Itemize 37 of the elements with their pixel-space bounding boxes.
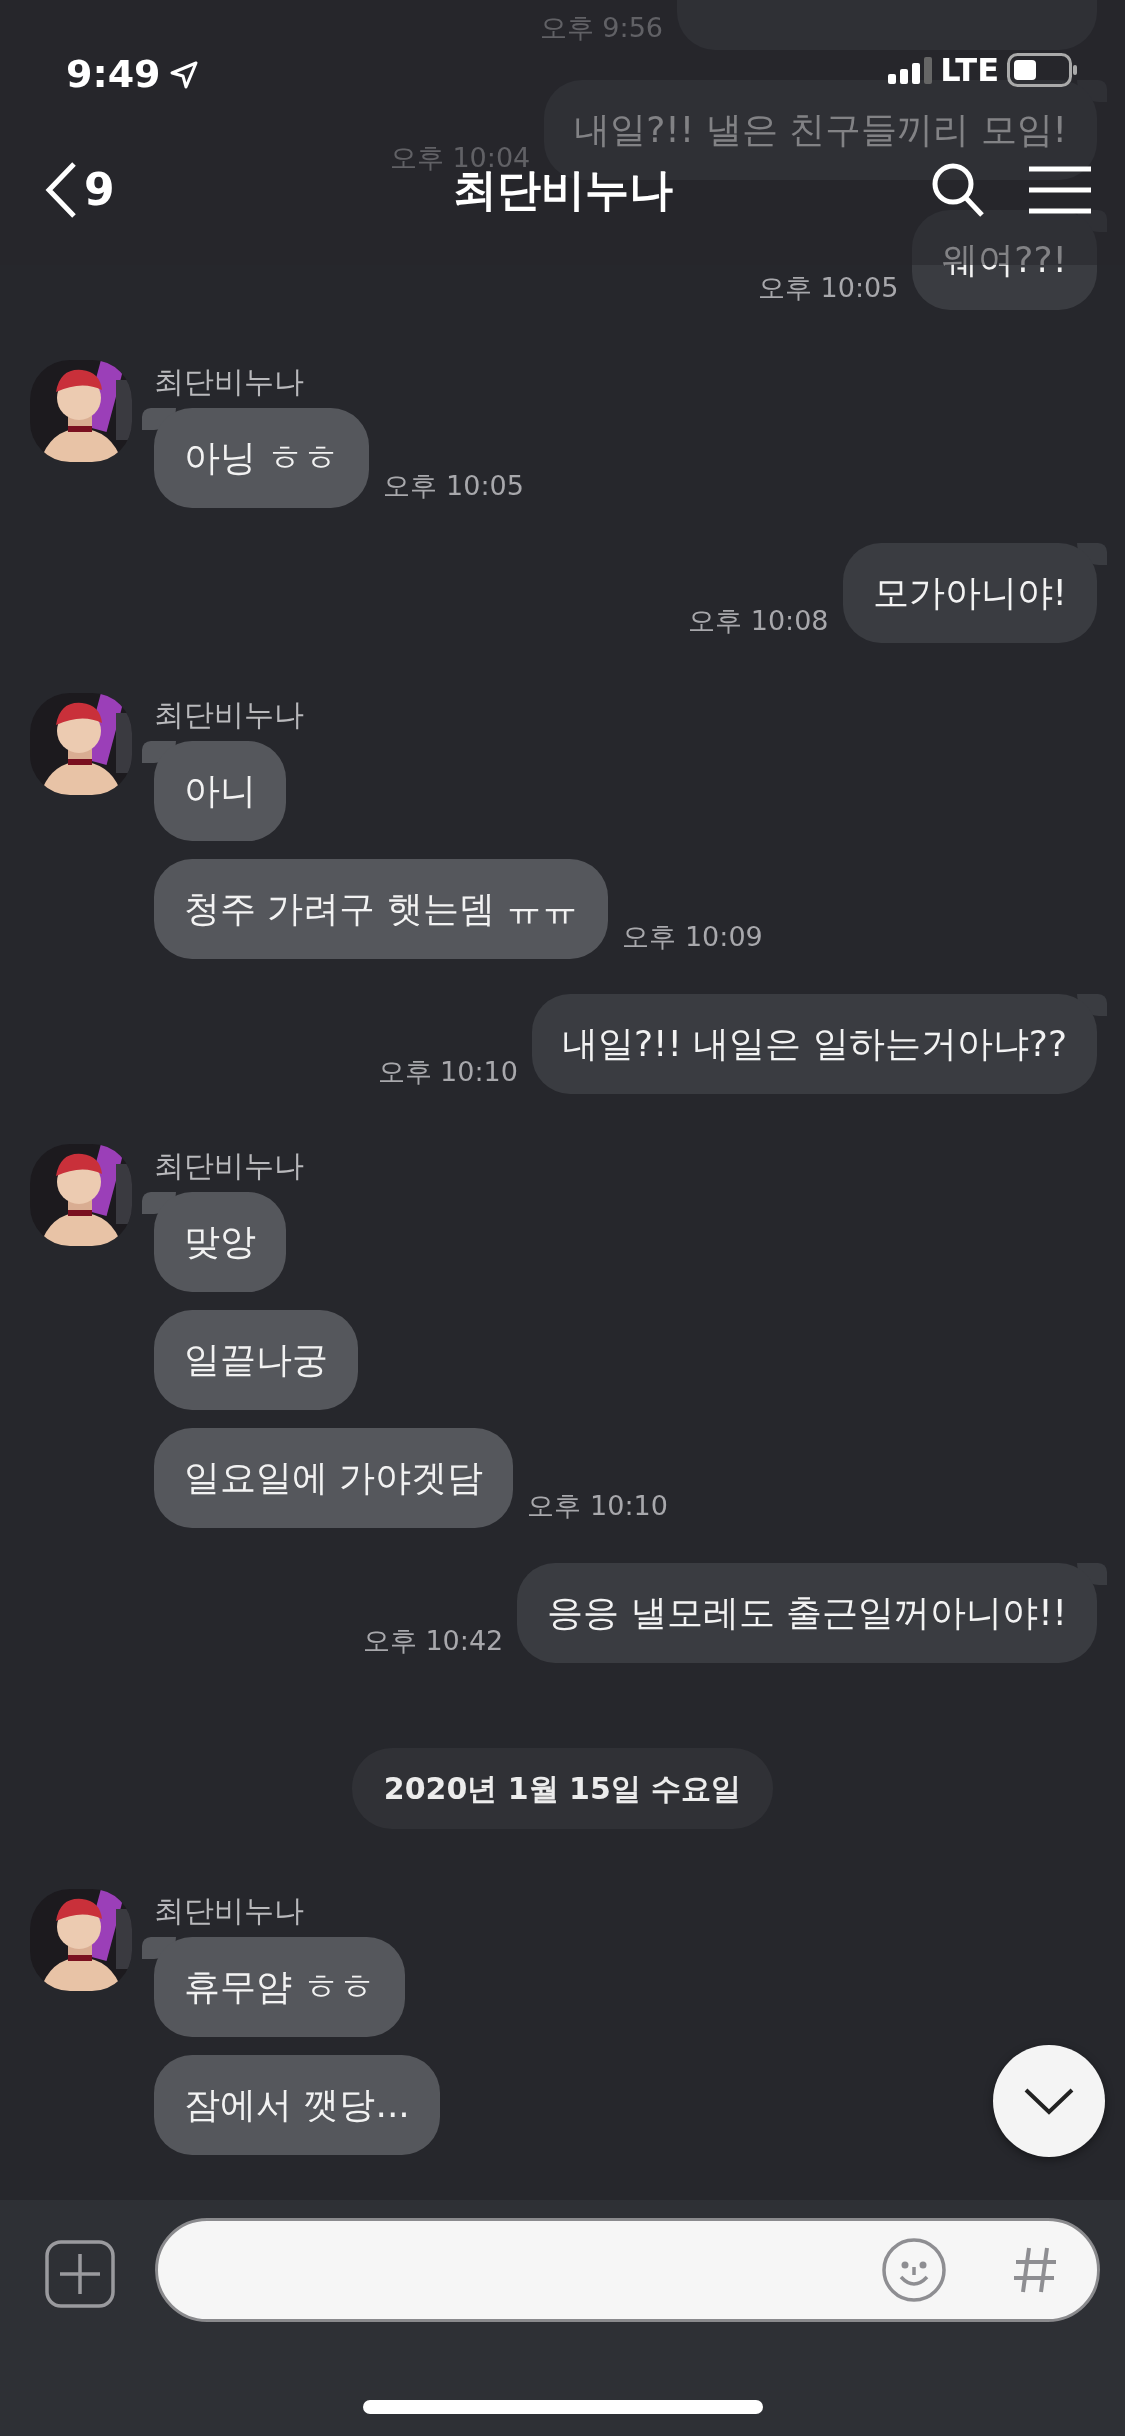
timestamp: 오후 10:08: [688, 603, 829, 638]
back-button[interactable]: 9: [44, 157, 115, 223]
menu-button[interactable]: [1029, 166, 1091, 214]
smiley-icon: [881, 2237, 947, 2303]
sender-name: 최단비누나: [154, 1147, 304, 1185]
date-divider: 2020년 1월 15일 수요일: [351, 1748, 774, 1829]
timestamp: 오후 10:09: [622, 919, 763, 954]
hashtag-icon: [1013, 2246, 1057, 2294]
timestamp: 오후 10:05: [757, 270, 899, 305]
sender-name: 최단비누나: [154, 1892, 304, 1930]
message-bubble: 청주 가려구 햇는뎀 ㅠㅠ: [154, 859, 609, 959]
timestamp: 오후 9:56: [539, 10, 663, 45]
message-bubble: 아니: [154, 741, 286, 841]
search-button[interactable]: [931, 162, 985, 218]
message-bubble: 일요일에 가야겟담: [154, 1428, 514, 1528]
message-bubble: 응응 낼모레도 출근일꺼아니야!!: [517, 1563, 1097, 1663]
timestamp: 오후 10:10: [527, 1488, 668, 1523]
add-button[interactable]: [45, 2240, 115, 2308]
message-bubble: 모가아니야!: [842, 543, 1097, 643]
timestamp: 오후 10:05: [383, 468, 524, 503]
chevron-down-icon: [1023, 2086, 1075, 2116]
back-chevron-icon: [44, 161, 78, 219]
sender-name: 최단비누나: [154, 363, 304, 401]
message-bubble: 아닝 ㅎㅎ: [154, 408, 370, 508]
message-bubble: 휴무얌 ㅎㅎ: [154, 1937, 406, 2037]
sender-name: 최단비누나: [154, 696, 304, 734]
location-arrow-icon: [168, 59, 199, 90]
timestamp: 오후 10:10: [377, 1054, 518, 1089]
battery-icon: [1007, 53, 1077, 87]
message-bubble: 웨여??!: [912, 210, 1097, 310]
timestamp: 오후 10:42: [362, 1623, 504, 1658]
message-bubble: 잠에서 깻당...: [154, 2055, 440, 2155]
message-bubble: 맞앙: [154, 1192, 286, 1292]
clock: 9:49: [66, 51, 161, 98]
message-bubble: 내일?!! 내일은 일하는거아냐??: [531, 994, 1097, 1094]
signal-icon: [888, 56, 933, 84]
message-bubble: 일끝나궁: [154, 1310, 358, 1410]
